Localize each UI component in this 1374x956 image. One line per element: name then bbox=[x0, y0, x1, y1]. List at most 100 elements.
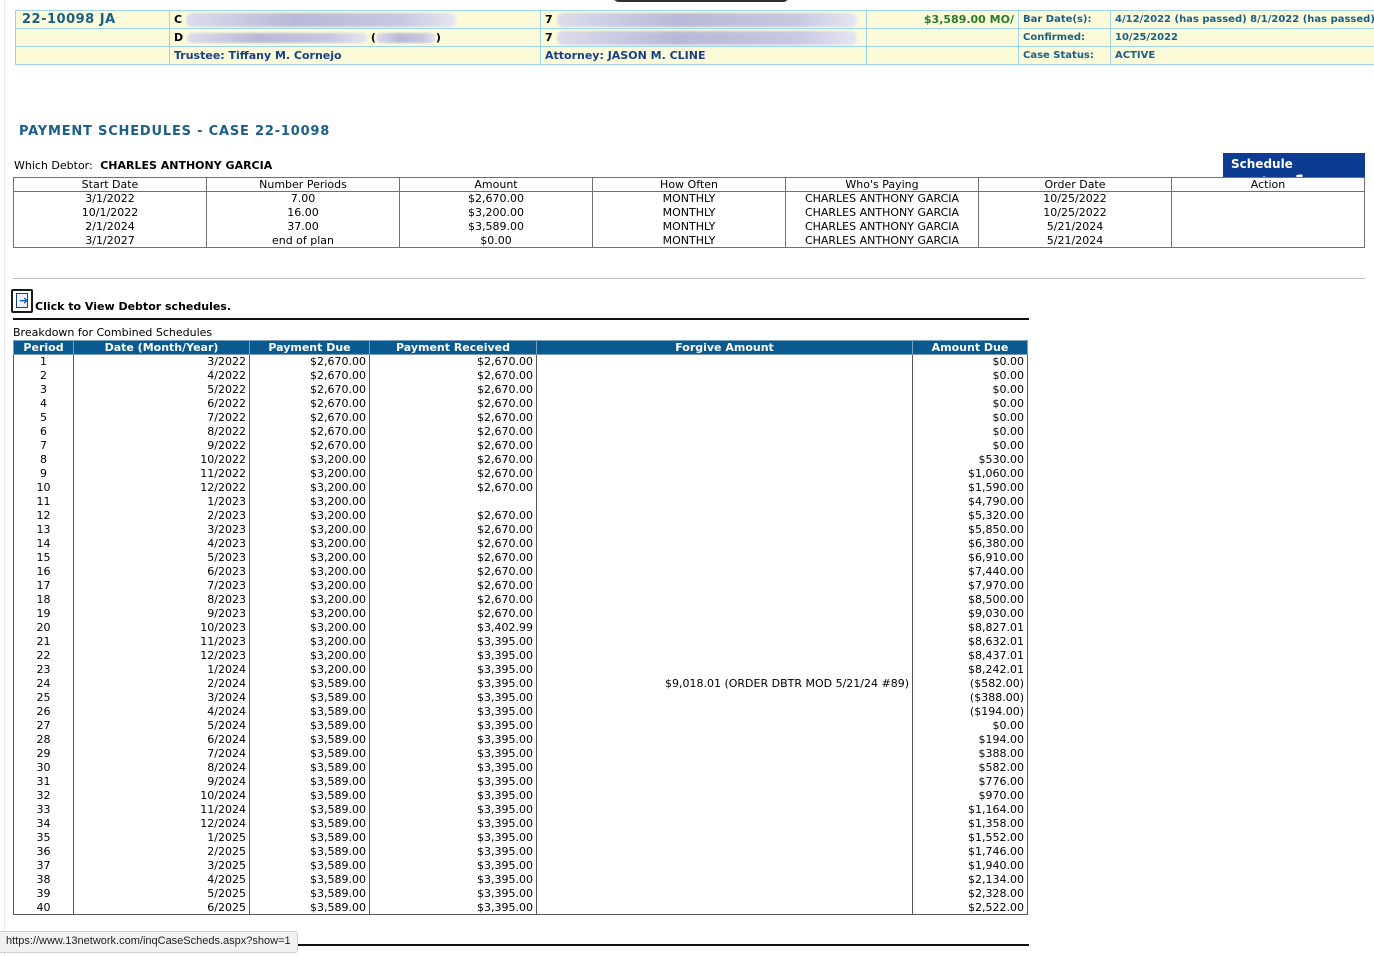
breakdown-cell: 33 bbox=[13, 802, 74, 817]
breakdown-cell: $194.00 bbox=[912, 732, 1028, 747]
breakdown-cell: $3,200.00 bbox=[249, 508, 370, 523]
schedule-cell bbox=[1171, 219, 1365, 234]
breakdown-cell: 17 bbox=[13, 578, 74, 593]
breakdown-cell: $3,589.00 bbox=[249, 774, 370, 789]
breakdown-row: 36 2/2025 $3,589.00 $3,395.00 $1,746.00 bbox=[13, 844, 1028, 859]
breakdown-cell: $1,358.00 bbox=[912, 816, 1028, 831]
view-debtor-schedules-button[interactable]: ➜ bbox=[11, 289, 33, 313]
breakdown-cell: $3,200.00 bbox=[249, 592, 370, 607]
breakdown-cell: 30 bbox=[13, 760, 74, 775]
breakdown-cell: 7/2022 bbox=[73, 410, 250, 425]
breakdown-row: 18 8/2023 $3,200.00 $2,670.00 $8,500.00 bbox=[13, 592, 1028, 607]
breakdown-cell: $2,670.00 bbox=[369, 410, 537, 425]
breakdown-cell bbox=[536, 732, 913, 747]
breakdown-row: 3 5/2022 $2,670.00 $2,670.00 $0.00 bbox=[13, 382, 1028, 397]
debtor-name-line2: D () bbox=[169, 28, 541, 47]
breakdown-cell: $1,060.00 bbox=[912, 466, 1028, 481]
breakdown-cell: 9/2024 bbox=[73, 774, 250, 789]
breakdown-cell: $3,395.00 bbox=[369, 746, 537, 761]
breakdown-cell bbox=[536, 704, 913, 719]
schedule-cell: 10/25/2022 bbox=[978, 205, 1172, 220]
breakdown-cell: 2/2025 bbox=[73, 844, 250, 859]
breakdown-cell: 13 bbox=[13, 522, 74, 537]
breakdown-cell: $3,395.00 bbox=[369, 690, 537, 705]
breakdown-cell: $5,850.00 bbox=[912, 522, 1028, 537]
breakdown-cell: $8,632.01 bbox=[912, 634, 1028, 649]
payment-schedule-table: Start Date Number Periods Amount How Often W… bbox=[13, 177, 1365, 248]
breakdown-row: 37 3/2025 $3,589.00 $3,395.00 $1,940.00 bbox=[13, 858, 1028, 873]
breakdown-cell: $2,670.00 bbox=[249, 410, 370, 425]
breakdown-row: 28 6/2024 $3,589.00 $3,395.00 $194.00 bbox=[13, 732, 1028, 747]
confirmed-value: 10/25/2022 bbox=[1110, 28, 1374, 47]
breakdown-row: 1 3/2022 $2,670.00 $2,670.00 $0.00 bbox=[13, 354, 1028, 369]
breakdown-cell: 2 bbox=[13, 368, 74, 383]
breakdown-cell: 2/2023 bbox=[73, 508, 250, 523]
breakdown-cell: 3/2023 bbox=[73, 522, 250, 537]
breakdown-cell: $3,589.00 bbox=[249, 858, 370, 873]
breakdown-cell: $2,670.00 bbox=[369, 508, 537, 523]
breakdown-cell: $6,910.00 bbox=[912, 550, 1028, 565]
breakdown-cell bbox=[536, 900, 913, 915]
breakdown-cell: $2,670.00 bbox=[369, 480, 537, 495]
breakdown-cell: $2,670.00 bbox=[249, 424, 370, 439]
breakdown-cell: 5/2024 bbox=[73, 718, 250, 733]
breakdown-cell: $776.00 bbox=[912, 774, 1028, 789]
schedule-cell: $2,670.00 bbox=[399, 191, 593, 206]
breakdown-cell bbox=[536, 816, 913, 831]
breakdown-cell: 21 bbox=[13, 634, 74, 649]
breakdown-cell bbox=[536, 634, 913, 649]
breakdown-cell: $2,670.00 bbox=[369, 536, 537, 551]
breakdown-cell: $3,395.00 bbox=[369, 634, 537, 649]
breakdown-cell: $3,589.00 bbox=[249, 676, 370, 691]
schedule-cell: 37.00 bbox=[206, 219, 400, 234]
breakdown-row: 26 4/2024 $3,589.00 $3,395.00 ($194.00) bbox=[13, 704, 1028, 719]
breakdown-row: 40 6/2025 $3,589.00 $3,395.00 $2,522.00 bbox=[13, 900, 1028, 915]
breakdown-cell: $3,395.00 bbox=[369, 830, 537, 845]
breakdown-cell: $0.00 bbox=[912, 382, 1028, 397]
breakdown-cell: $3,200.00 bbox=[249, 662, 370, 677]
schedule-row: 10/1/2022 16.00 $3,200.00 MONTHLY CHARLES AN… bbox=[13, 205, 1365, 220]
breakdown-cell: $3,589.00 bbox=[249, 704, 370, 719]
phone-line2: 7 bbox=[540, 28, 867, 47]
breakdown-row: 31 9/2024 $3,589.00 $3,395.00 $776.00 bbox=[13, 774, 1028, 789]
breakdown-cell bbox=[536, 494, 913, 509]
breakdown-cell: $3,589.00 bbox=[249, 788, 370, 803]
breakdown-cell: 28 bbox=[13, 732, 74, 747]
which-debtor-label: Which Debtor: bbox=[14, 159, 93, 172]
arrow-right-icon: ➜ bbox=[19, 294, 29, 307]
breakdown-cell: 3 bbox=[13, 382, 74, 397]
breakdown-cell: $0.00 bbox=[912, 718, 1028, 733]
breakdown-cell: 22 bbox=[13, 648, 74, 663]
redacted-phone bbox=[556, 12, 857, 27]
breakdown-cell: 6/2022 bbox=[73, 396, 250, 411]
breakdown-cell bbox=[536, 760, 913, 775]
schedule-header-order-date: Order Date bbox=[978, 177, 1172, 192]
breakdown-cell: 6/2023 bbox=[73, 564, 250, 579]
breakdown-cell bbox=[536, 382, 913, 397]
breakdown-cell: 39 bbox=[13, 886, 74, 901]
breakdown-header-date-month-year-: Date (Month/Year) bbox=[73, 340, 250, 355]
schedule-cell: MONTHLY bbox=[592, 219, 786, 234]
breakdown-cell bbox=[536, 872, 913, 887]
schedule-cell bbox=[1171, 205, 1365, 220]
breakdown-cell bbox=[536, 746, 913, 761]
schedule-cell bbox=[1171, 233, 1365, 248]
breakdown-cell: $3,589.00 bbox=[249, 690, 370, 705]
schedule-header-amount: Amount bbox=[399, 177, 593, 192]
breakdown-cell: $3,395.00 bbox=[369, 816, 537, 831]
breakdown-cell: 38 bbox=[13, 872, 74, 887]
breakdown-cell: $2,670.00 bbox=[369, 550, 537, 565]
schedule-cell: CHARLES ANTHONY GARCIA bbox=[785, 191, 979, 206]
breakdown-cell: $3,200.00 bbox=[249, 564, 370, 579]
breakdown-cell: $3,200.00 bbox=[249, 634, 370, 649]
breakdown-row: 34 12/2024 $3,589.00 $3,395.00 $1,358.00 bbox=[13, 816, 1028, 831]
breakdown-cell: $3,589.00 bbox=[249, 802, 370, 817]
view-debtor-schedules-link[interactable]: Click to View Debtor schedules. bbox=[35, 300, 231, 313]
breakdown-cell: $6,380.00 bbox=[912, 536, 1028, 551]
breakdown-row: 9 11/2022 $3,200.00 $2,670.00 $1,060.00 bbox=[13, 466, 1028, 481]
breakdown-cell: 10/2023 bbox=[73, 620, 250, 635]
breakdown-cell: $8,242.01 bbox=[912, 662, 1028, 677]
divider bbox=[13, 278, 1365, 279]
breakdown-cell: $1,590.00 bbox=[912, 480, 1028, 495]
redacted-debtor-name bbox=[185, 12, 456, 27]
